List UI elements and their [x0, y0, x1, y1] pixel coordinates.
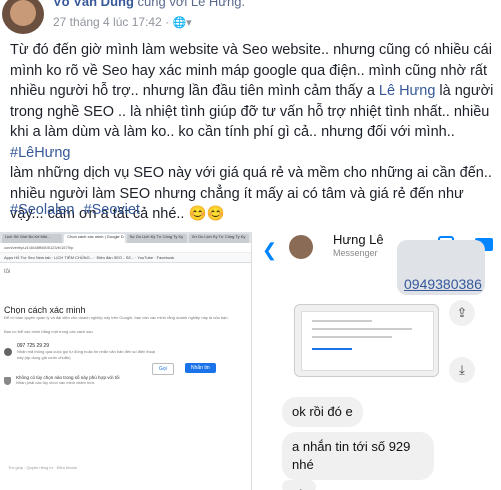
- post-meta: 27 tháng 4 lúc 17:42 · 🌐▾: [53, 15, 192, 29]
- share-icon: ⇪: [449, 300, 475, 326]
- screenshot-messenger[interactable]: ❮ Hưng Lê Messenger 0949380386 ⇪ ⤓ ok rồ…: [252, 232, 501, 490]
- contact-name: Hưng Lê: [333, 232, 384, 247]
- post-header: Võ Văn Dũng cùng với Lê Hưng. 27 tháng 4…: [0, 0, 501, 40]
- shield-icon: [4, 376, 11, 385]
- contact-status: Messenger: [333, 248, 378, 258]
- no-option-row: Không có tùy chọn nào trong số này phù h…: [4, 375, 247, 386]
- hashtag-lehung[interactable]: #LêHưng: [10, 145, 71, 161]
- mention-le-hung[interactable]: Lê Hưng: [379, 83, 435, 99]
- page-footer: Trợ giúp · Quyền riêng tư · Điều khoản: [8, 465, 77, 470]
- verify-subhead: Bạn có thể xác minh bằng một trong các c…: [4, 329, 93, 334]
- post-text: Từ đó đến giờ mình làm website và Seo we…: [10, 40, 495, 225]
- message-bubble: ok: [282, 480, 316, 490]
- message-bubble: ok rồi đó e: [282, 397, 363, 427]
- thumb-line: [312, 336, 392, 338]
- verify-title: Chọn cách xác minh: [4, 305, 86, 315]
- browser-tabbar: Lịch Sử Giới Bo Kế Mtrl... Chọn cách xác…: [0, 232, 251, 243]
- phone-icon: [4, 348, 12, 356]
- browser-tab: Chọn cách xác minh | Google D...: [64, 234, 125, 243]
- timestamp[interactable]: 27 tháng 4 lúc 17:42 ·: [53, 15, 169, 29]
- thumb-line: [312, 320, 372, 322]
- browser-tab: Sự Do Lịch Kỳ Tư Công Ty Ky: [126, 234, 187, 243]
- browser-tab: Xứ Du Lịch Kỳ Tư Công Ty Ky: [188, 234, 249, 243]
- browser-tab: Lịch Sử Giới Bo Kế Mtrl...: [2, 234, 63, 243]
- download-icon: ⤓: [449, 357, 475, 383]
- screenshot-google-verify[interactable]: Lịch Sử Giới Bo Kế Mtrl... Chọn cách xác…: [0, 232, 252, 490]
- hashtag-seolalen[interactable]: #Seolalen: [10, 202, 75, 218]
- verify-desc: Để có toàn quyền quản lý và đại diện cho…: [4, 315, 229, 320]
- thumb-line: [312, 328, 412, 330]
- contact-avatar: [289, 235, 313, 259]
- bookmarks-bar: Apps Hỗ Trợ Seo New tab · LỊCH TIÊM CHỦN…: [0, 253, 251, 263]
- author-line: Võ Văn Dũng cùng với Lê Hưng.: [53, 0, 245, 9]
- thumb-line: [312, 348, 352, 350]
- call-button: Gọi: [152, 363, 174, 375]
- globe-icon: 🌐▾: [172, 17, 192, 29]
- author-avatar[interactable]: [2, 0, 44, 34]
- phone-option: 097 725 29 29 Nhận mã thông qua cuộc gọi…: [4, 343, 247, 361]
- hashtag-seoviet[interactable]: #Seoviet: [84, 202, 140, 218]
- back-chevron-icon: ❮: [262, 240, 278, 260]
- sms-button: Nhắn tin: [185, 363, 216, 373]
- message-bubble: a nhắn tin tới số 929 nhé: [282, 432, 434, 480]
- no-option-sub: Nhận phải các tùy chọn xác minh chậm hơn…: [16, 380, 96, 385]
- author-name[interactable]: Võ Văn Dũng: [53, 0, 134, 9]
- address-bar: com/verify/u/1/4648ff4505123/b/1579/p: [0, 243, 251, 253]
- phone-desc: Nhận mã thông qua cuộc gọi tự động hoặc …: [17, 349, 156, 360]
- page-label: tôi: [4, 269, 11, 275]
- with-text[interactable]: cùng với Lê Hưng.: [138, 0, 246, 9]
- image-message: [294, 304, 439, 377]
- image-thumbnail: [301, 311, 434, 371]
- phone-number-link: 0949380386: [404, 276, 482, 292]
- hashtags: #Seolalen #Seoviet: [10, 202, 145, 218]
